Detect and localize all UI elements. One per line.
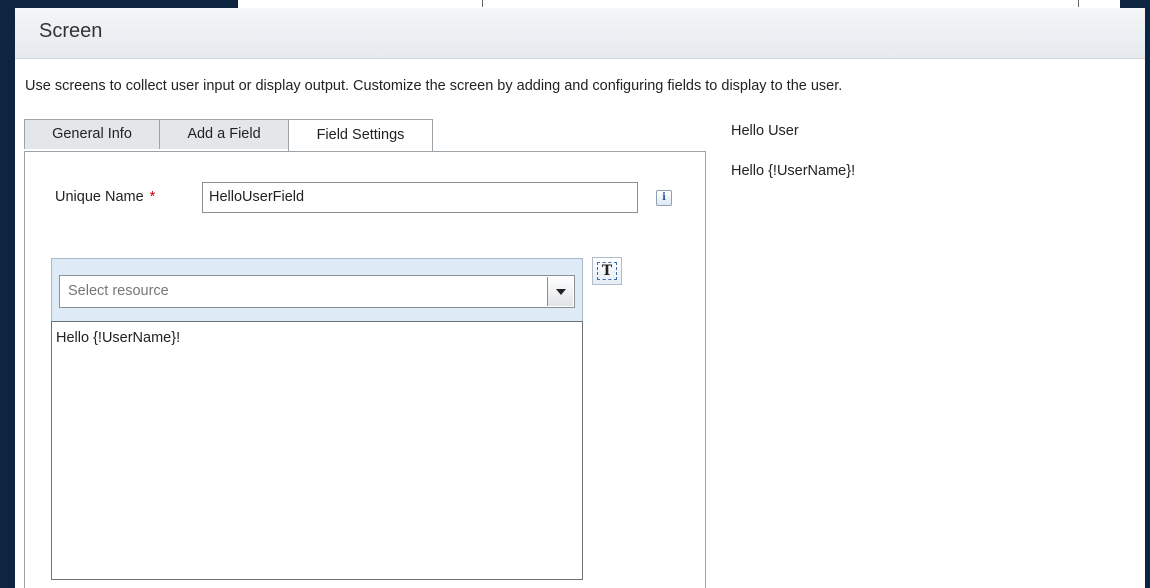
select-resource-dropdown[interactable]: Select resource [59, 275, 575, 308]
display-text-content: Hello {!UserName}! [56, 330, 181, 346]
strip-divider [1078, 0, 1079, 7]
select-resource-placeholder: Select resource [68, 283, 169, 299]
tab-general-info[interactable]: General Info [24, 119, 160, 149]
screen-dialog: Screen Use screens to collect user input… [15, 8, 1145, 588]
resource-toolbar: Select resource [51, 258, 583, 322]
text-format-glyph: T [597, 262, 617, 280]
unique-name-input[interactable]: HelloUserField [202, 182, 638, 213]
dialog-header: Screen [15, 8, 1145, 59]
screen-description: Use screens to collect user input or dis… [25, 78, 843, 94]
info-icon[interactable]: i [656, 190, 672, 206]
preview-text: Hello {!UserName}! [731, 163, 856, 179]
field-settings-panel: Unique Name * HelloUserField i Select res… [24, 151, 706, 588]
text-format-icon[interactable]: T [592, 257, 622, 285]
dialog-title: Screen [39, 20, 103, 42]
preview-title: Hello User [731, 123, 799, 139]
strip-divider [482, 0, 483, 7]
tab-add-a-field[interactable]: Add a Field [159, 119, 289, 149]
top-strip [238, 0, 1120, 8]
display-text-editor[interactable]: Hello {!UserName}! [51, 321, 583, 580]
unique-name-label-text: Unique Name [55, 189, 144, 205]
required-marker: * [149, 189, 156, 205]
tab-field-settings[interactable]: Field Settings [288, 119, 433, 151]
unique-name-label: Unique Name * [55, 189, 155, 205]
chevron-down-icon[interactable] [547, 277, 573, 306]
